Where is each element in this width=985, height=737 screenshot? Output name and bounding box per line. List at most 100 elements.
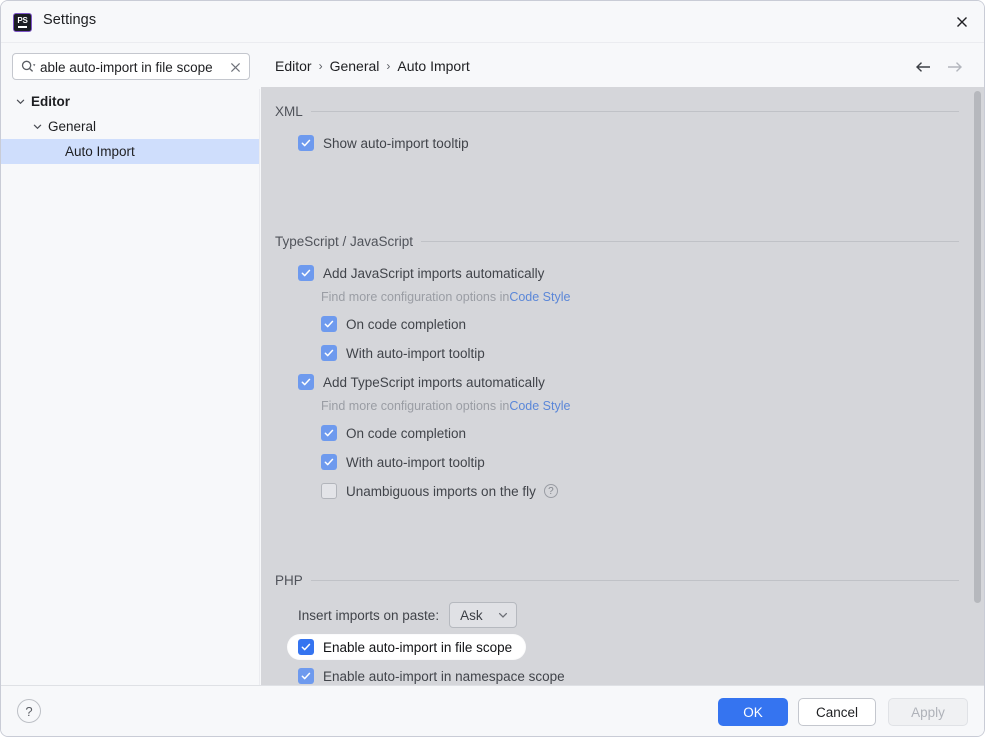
- dropdown-insert-imports-on-paste[interactable]: Ask: [449, 602, 517, 628]
- section-title-text: PHP: [275, 573, 303, 588]
- help-icon[interactable]: ?: [543, 484, 558, 498]
- breadcrumb: Editor › General › Auto Import: [261, 47, 984, 87]
- breadcrumb-separator: ›: [386, 59, 391, 73]
- config-hint: Find more configuration options in Code …: [321, 287, 984, 307]
- checkbox-checked-icon[interactable]: [321, 316, 337, 332]
- close-icon[interactable]: [948, 9, 976, 35]
- checkbox-row[interactable]: On code completion: [321, 312, 984, 336]
- section-divider: [421, 241, 959, 242]
- checkbox-wrapper: With auto-import tooltip: [321, 345, 485, 361]
- section-php: PHP Insert imports on paste: Ask Enable aut…: [261, 503, 984, 686]
- clear-icon[interactable]: [228, 59, 243, 75]
- code-style-link[interactable]: Code Style: [509, 290, 570, 304]
- checkbox-row[interactable]: With auto-import tooltip: [321, 450, 984, 474]
- sidebar-item-general[interactable]: General: [1, 114, 259, 139]
- sidebar-item-label: Editor: [31, 94, 70, 109]
- checkbox-checked-icon[interactable]: [321, 425, 337, 441]
- checkbox-checked-icon[interactable]: [298, 668, 314, 684]
- checkbox-label: On code completion: [346, 425, 467, 441]
- breadcrumb-item-general[interactable]: General: [330, 58, 380, 74]
- checkbox-checked-icon[interactable]: [298, 135, 314, 151]
- checkbox-unchecked-icon[interactable]: [321, 483, 337, 499]
- breadcrumb-item-editor[interactable]: Editor: [275, 58, 312, 74]
- section-title: PHP: [275, 573, 959, 588]
- search-highlight-pill: Enable auto-import in file scope: [288, 635, 526, 659]
- checkbox-checked-icon[interactable]: [298, 374, 314, 390]
- checkbox-row[interactable]: Add JavaScript imports automatically: [298, 261, 984, 285]
- search-field[interactable]: able auto-import in file scope: [12, 53, 250, 80]
- checkbox-label: With auto-import tooltip: [346, 345, 485, 361]
- settings-content-panel: XML Show auto-import tooltip TypeScript / …: [261, 87, 984, 686]
- code-style-link[interactable]: Code Style: [509, 399, 570, 413]
- checkbox-checked-icon[interactable]: [321, 454, 337, 470]
- checkbox-row[interactable]: With auto-import tooltip: [321, 341, 984, 365]
- checkbox-row[interactable]: Enable auto-import in namespace scope: [298, 664, 984, 686]
- scrollbar-thumb[interactable]: [974, 91, 981, 603]
- checkbox-wrapper: On code completion: [321, 425, 466, 441]
- chevron-down-icon[interactable]: [32, 121, 43, 132]
- sidebar-item-label: Auto Import: [65, 144, 135, 159]
- ok-button[interactable]: OK: [718, 698, 788, 726]
- checkbox-label: Enable auto-import in namespace scope: [323, 668, 565, 684]
- cancel-button[interactable]: Cancel: [798, 698, 876, 726]
- breadcrumb-separator: ›: [318, 59, 323, 73]
- settings-tree[interactable]: Editor General Auto Import: [1, 89, 260, 686]
- dialog-footer: ? OK Cancel Apply: [1, 685, 984, 736]
- arrow-left-icon[interactable]: [911, 55, 935, 79]
- section-title-text: TypeScript / JavaScript: [275, 234, 414, 249]
- checkbox-row[interactable]: Unambiguous imports on the fly?: [321, 479, 984, 503]
- config-hint: Find more configuration options in Code …: [321, 396, 984, 416]
- section-divider: [310, 111, 959, 112]
- checkbox-row[interactable]: Enable auto-import in file scope: [288, 635, 984, 659]
- apply-button: Apply: [888, 698, 968, 726]
- phpstorm-icon: PS: [13, 13, 32, 32]
- checkbox-checked-icon[interactable]: [321, 345, 337, 361]
- combo-row: Insert imports on paste: Ask: [298, 600, 984, 630]
- checkbox-label: On code completion: [346, 316, 467, 332]
- section-divider: [310, 580, 959, 581]
- checkbox-row[interactable]: Add TypeScript imports automatically: [298, 370, 984, 394]
- checkbox-wrapper: Add JavaScript imports automatically: [298, 265, 544, 281]
- checkbox-label: Show auto-import tooltip: [323, 135, 469, 151]
- settings-dialog: PS Settings able auto-import in file sco…: [0, 0, 985, 737]
- chevron-down-icon: [497, 609, 509, 621]
- checkbox-wrapper: With auto-import tooltip: [321, 454, 485, 470]
- breadcrumb-item-auto-import[interactable]: Auto Import: [397, 58, 469, 74]
- section-title: XML: [275, 104, 959, 119]
- search-input[interactable]: able auto-import in file scope: [40, 58, 228, 77]
- checkbox-row[interactable]: On code completion: [321, 421, 984, 445]
- checkbox-checked-icon[interactable]: [298, 639, 314, 655]
- sidebar-item-auto-import[interactable]: Auto Import: [1, 139, 259, 164]
- checkbox-wrapper: Show auto-import tooltip: [298, 135, 469, 151]
- checkbox-wrapper: On code completion: [321, 316, 466, 332]
- section-xml: XML Show auto-import tooltip: [261, 87, 984, 155]
- title-bar: PS Settings: [1, 1, 984, 43]
- checkbox-label: With auto-import tooltip: [346, 454, 485, 470]
- sidebar-item-label: General: [48, 119, 97, 134]
- breadcrumb-items: Editor › General › Auto Import: [275, 58, 470, 74]
- section-title: TypeScript / JavaScript: [275, 234, 959, 249]
- hint-text: Find more configuration options in: [321, 399, 510, 413]
- arrow-right-icon[interactable]: [943, 55, 967, 79]
- hint-text: Find more configuration options in: [321, 290, 510, 304]
- settings-sections: XML Show auto-import tooltip TypeScript / …: [261, 87, 984, 686]
- checkbox-wrapper: Enable auto-import in namespace scope: [298, 668, 565, 684]
- checkbox-wrapper: Unambiguous imports on the fly: [321, 483, 536, 499]
- checkbox-label: Add TypeScript imports automatically: [323, 374, 545, 390]
- search-icon: [20, 59, 37, 75]
- combo-label: Insert imports on paste:: [298, 607, 440, 623]
- dropdown-value: Ask: [460, 607, 483, 623]
- sidebar-item-editor[interactable]: Editor: [1, 89, 259, 114]
- section-typescript-javascript: TypeScript / JavaScript Add JavaScript im…: [261, 155, 984, 503]
- content-scrollbar[interactable]: [971, 87, 984, 686]
- checkbox-label: Add JavaScript imports automatically: [323, 265, 545, 281]
- section-title-text: XML: [275, 104, 303, 119]
- checkbox-checked-icon[interactable]: [298, 265, 314, 281]
- chevron-down-icon[interactable]: [15, 96, 26, 107]
- help-button[interactable]: ?: [17, 699, 41, 723]
- checkbox-row[interactable]: Show auto-import tooltip: [298, 131, 984, 155]
- checkbox-wrapper: Add TypeScript imports automatically: [298, 374, 545, 390]
- checkbox-label: Unambiguous imports on the fly: [346, 483, 536, 499]
- checkbox-label: Enable auto-import in file scope: [323, 639, 513, 655]
